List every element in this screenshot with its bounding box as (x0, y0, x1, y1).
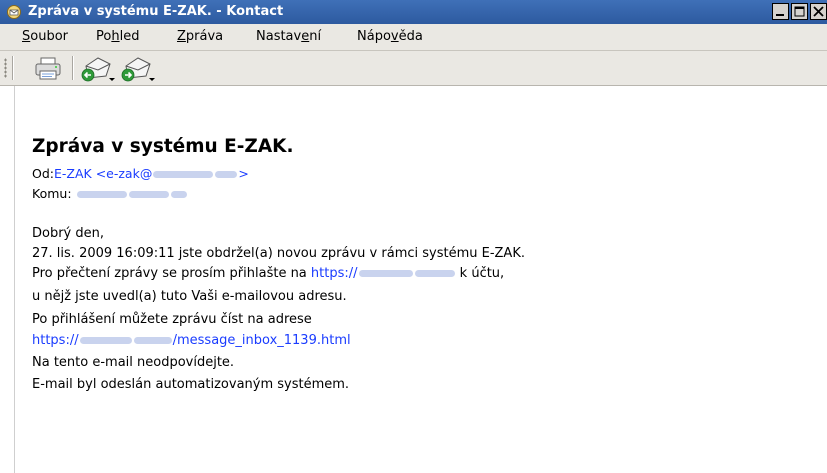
next-message-button[interactable] (118, 54, 158, 82)
menu-zprava[interactable]: Zpráva (177, 24, 223, 50)
message-link[interactable]: https:///message_inbox_1139.html (32, 333, 351, 348)
redacted-text (215, 171, 238, 178)
next-message-icon (121, 57, 155, 82)
toolbar-separator (72, 56, 74, 80)
body-line-1: 27. lis. 2009 16:09:11 jste obdržel(a) n… (32, 246, 525, 261)
menu-napoveda[interactable]: Nápověda (357, 24, 423, 50)
minimize-icon (776, 14, 784, 16)
redacted-text (128, 191, 169, 198)
login-link[interactable]: https:// (311, 266, 456, 281)
message-subject: Zpráva v systému E-ZAK. (32, 136, 294, 157)
from-label: Od: (32, 166, 54, 181)
redacted-text (133, 337, 172, 344)
redacted-text (76, 191, 127, 198)
body-line-4: Po přihlášení můžete zprávu číst na adre… (32, 312, 312, 327)
redacted-text (79, 337, 132, 344)
close-icon (813, 6, 824, 17)
maximize-icon (794, 6, 805, 17)
menu-bar: Soubor Pohled Zpráva Nastavení Nápověda (0, 24, 827, 51)
redacted-text (170, 191, 187, 198)
body-line-3: u nějž jste uvedl(a) tuto Vaši e-mailovo… (32, 289, 347, 304)
previous-message-icon (81, 57, 115, 82)
toolbar (0, 51, 827, 86)
greeting: Dobrý den, (32, 226, 105, 241)
close-button[interactable] (810, 3, 827, 20)
window-title: Zpráva v systému E-ZAK. - Kontact (28, 4, 284, 19)
minimize-button[interactable] (772, 3, 789, 20)
body-line-5: https:///message_inbox_1139.html (32, 333, 351, 348)
body-line-2: Pro přečtení zprávy se prosím přihlašte … (32, 266, 505, 281)
menu-soubor[interactable]: Soubor (22, 24, 68, 50)
menu-nastaveni[interactable]: Nastavení (256, 24, 321, 50)
redacted-text (414, 270, 455, 277)
maximize-button[interactable] (791, 3, 808, 20)
from-header: Od:E-ZAK <e-zak@ > (32, 166, 249, 181)
from-address-link[interactable]: E-ZAK <e-zak@ > (54, 166, 249, 181)
previous-message-button[interactable] (78, 54, 118, 82)
menu-pohled[interactable]: Pohled (96, 24, 139, 50)
to-header: Komu: (32, 186, 188, 201)
print-button[interactable] (32, 54, 64, 82)
to-label: Komu: (32, 186, 72, 201)
app-icon (7, 5, 21, 19)
redacted-text (153, 171, 214, 178)
print-icon (35, 57, 61, 80)
title-bar[interactable]: Zpráva v systému E-ZAK. - Kontact (0, 0, 827, 24)
redacted-text (358, 270, 413, 277)
toolbar-grip[interactable] (4, 58, 7, 78)
toolbar-separator (12, 56, 14, 80)
body-line-6: Na tento e-mail neodpovídejte. (32, 355, 235, 370)
body-line-7: E-mail byl odeslán automatizovaným systé… (32, 377, 350, 392)
